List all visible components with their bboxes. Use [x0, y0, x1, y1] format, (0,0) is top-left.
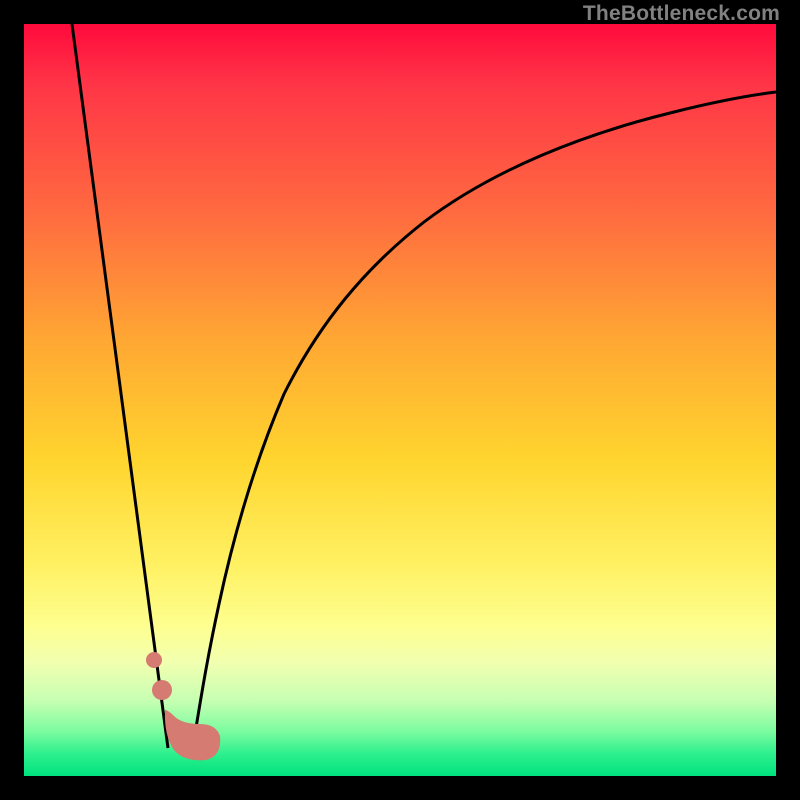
- salmon-dot-1: [146, 652, 162, 668]
- plot-area: [24, 24, 776, 776]
- curve-layer: [24, 24, 776, 776]
- right-curve: [192, 92, 776, 752]
- watermark-text: TheBottleneck.com: [583, 2, 780, 26]
- salmon-blob: [165, 710, 220, 760]
- chart-frame: TheBottleneck.com: [0, 0, 800, 800]
- salmon-dot-2: [152, 680, 172, 700]
- left-line: [72, 24, 168, 748]
- salmon-marker: [146, 652, 220, 760]
